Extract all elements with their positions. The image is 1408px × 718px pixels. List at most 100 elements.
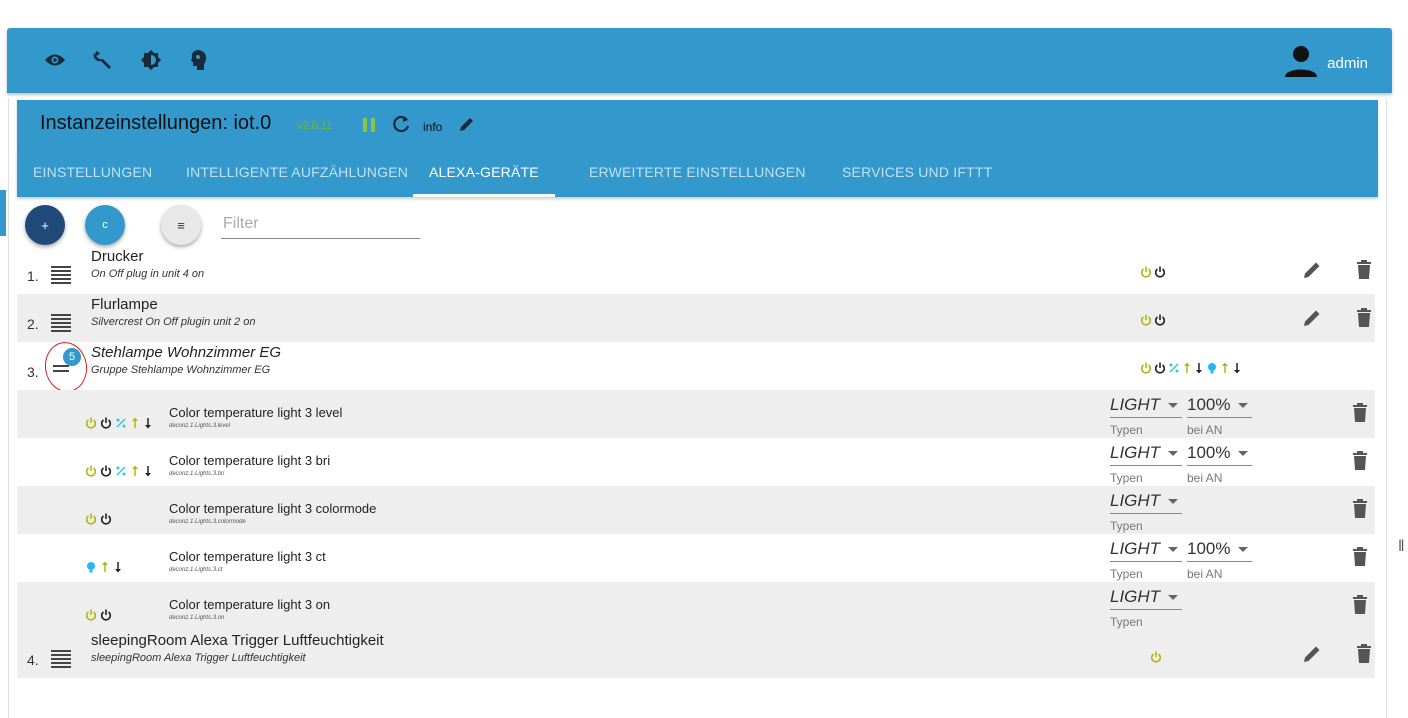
tab-einstellungen[interactable]: EINSTELLUNGEN bbox=[33, 150, 152, 197]
on-value-select[interactable]: 100% bbox=[1187, 539, 1252, 562]
bulb-icon bbox=[1206, 362, 1218, 374]
tab-alexa-geraete[interactable]: ALEXA-GERÄTE bbox=[413, 150, 555, 197]
drag-handle-icon[interactable] bbox=[51, 648, 71, 668]
eye-icon[interactable] bbox=[41, 46, 69, 74]
tab-intelligente-aufzaehlungen[interactable]: INTELLIGENTE AUFZÄHLUNGEN bbox=[186, 150, 408, 197]
delete-icon[interactable] bbox=[1353, 643, 1375, 665]
device-number: 1. bbox=[27, 268, 39, 284]
device-number: 4. bbox=[27, 652, 39, 668]
delete-icon[interactable] bbox=[1353, 307, 1375, 329]
sub-capabilities bbox=[85, 464, 153, 478]
device-number: 2. bbox=[27, 316, 39, 332]
child-count-badge: 5 bbox=[63, 348, 81, 366]
device-capabilities bbox=[1140, 313, 1166, 327]
page-title: Instanzeinstellungen: iot.0 bbox=[40, 112, 272, 134]
delete-icon[interactable] bbox=[1349, 594, 1371, 616]
drag-handle-icon[interactable] bbox=[51, 264, 71, 284]
edit-icon[interactable] bbox=[1301, 643, 1323, 665]
edit-icon[interactable] bbox=[1301, 259, 1323, 281]
tab-services-ifttt[interactable]: SERVICES UND IFTTT bbox=[842, 150, 992, 197]
tab-erweiterte-einstellungen[interactable]: ERWEITERTE EINSTELLUNGEN bbox=[589, 150, 806, 197]
arrow-up-icon bbox=[1182, 362, 1192, 374]
pause-icon[interactable] bbox=[362, 117, 376, 133]
power-off-icon bbox=[1154, 266, 1166, 278]
refresh-button[interactable]: c bbox=[85, 205, 125, 245]
head-icon[interactable] bbox=[185, 46, 213, 74]
device-row: 3. Stehlampe Wohnzimmer EG Gruppe Stehla… bbox=[17, 342, 1375, 390]
percent-icon bbox=[115, 465, 127, 477]
sub-device-row: Color temperature light 3 ct deconz.1.Li… bbox=[17, 534, 1375, 582]
power-on-icon bbox=[85, 465, 97, 477]
power-on-icon bbox=[85, 513, 97, 525]
device-description: On Off plug in unit 4 on bbox=[91, 268, 205, 280]
sub-device-name: Color temperature light 3 on bbox=[169, 597, 331, 612]
reload-icon[interactable] bbox=[391, 114, 411, 139]
device-capabilities bbox=[1150, 650, 1162, 664]
resize-handle[interactable]: ‖ bbox=[1398, 538, 1405, 556]
delete-icon[interactable] bbox=[1349, 402, 1371, 424]
power-on-icon bbox=[1150, 651, 1162, 663]
sub-device-name: Color temperature light 3 bri bbox=[169, 453, 331, 468]
power-off-icon bbox=[1154, 314, 1166, 326]
power-on-icon bbox=[1140, 314, 1152, 326]
delete-icon[interactable] bbox=[1349, 450, 1371, 472]
instance-titlebar: Instanzeinstellungen: iot.0 v2.0.11 info bbox=[17, 100, 1378, 150]
percent-icon bbox=[115, 417, 127, 429]
type-help: Typen bbox=[1110, 615, 1143, 629]
type-help: Typen bbox=[1110, 519, 1143, 533]
arrow-down-icon bbox=[113, 561, 123, 573]
type-select[interactable]: LIGHT bbox=[1110, 539, 1182, 562]
device-description: sleepingRoom Alexa Trigger Luftfeuchtigk… bbox=[91, 652, 306, 664]
type-select[interactable]: LIGHT bbox=[1110, 587, 1182, 610]
device-description: Silvercrest On Off plugin unit 2 on bbox=[91, 316, 256, 328]
account-icon bbox=[1283, 44, 1319, 83]
filter-input[interactable] bbox=[221, 210, 420, 239]
wrench-icon[interactable] bbox=[89, 46, 117, 74]
pencil-icon[interactable] bbox=[458, 115, 476, 138]
power-on-icon bbox=[85, 609, 97, 621]
power-off-icon bbox=[100, 465, 112, 477]
instance-panel: Instanzeinstellungen: iot.0 v2.0.11 info… bbox=[8, 98, 1387, 718]
device-name: Drucker bbox=[91, 248, 144, 265]
type-help: Typen bbox=[1110, 423, 1143, 437]
sub-device-name: Color temperature light 3 colormode bbox=[169, 501, 377, 516]
arrow-up-icon bbox=[130, 417, 140, 429]
sub-device-name: Color temperature light 3 ct bbox=[169, 549, 326, 564]
sub-device-id: deconz.1.Lights.3.on bbox=[169, 615, 225, 621]
type-select[interactable]: LIGHT bbox=[1110, 491, 1182, 514]
on-value-help: bei AN bbox=[1187, 471, 1223, 485]
on-value-select[interactable]: 100% bbox=[1187, 443, 1252, 466]
power-on-icon bbox=[1140, 266, 1152, 278]
sub-device-id: deconz.1.Lights.3.level bbox=[169, 423, 231, 429]
type-help: Typen bbox=[1110, 567, 1143, 581]
delete-icon[interactable] bbox=[1353, 259, 1375, 281]
device-row: 2. Flurlampe Silvercrest On Off plugin u… bbox=[17, 294, 1375, 342]
list-view-button[interactable]: ≡ bbox=[161, 205, 201, 245]
edit-icon[interactable] bbox=[1301, 307, 1323, 329]
power-off-icon bbox=[100, 417, 112, 429]
version-label: v2.0.11 bbox=[297, 120, 333, 132]
sub-device-row: Color temperature light 3 level deconz.1… bbox=[17, 390, 1375, 438]
drag-handle-icon[interactable] bbox=[51, 312, 71, 332]
device-number: 3. bbox=[27, 364, 39, 380]
delete-icon[interactable] bbox=[1349, 546, 1371, 568]
user-name: admin bbox=[1327, 55, 1368, 72]
delete-icon[interactable] bbox=[1349, 498, 1371, 520]
side-indicator bbox=[0, 190, 6, 236]
type-select[interactable]: LIGHT bbox=[1110, 443, 1182, 466]
type-select[interactable]: LIGHT bbox=[1110, 395, 1182, 418]
arrow-up-icon bbox=[130, 465, 140, 477]
tab-bar: EINSTELLUNGEN INTELLIGENTE AUFZÄHLUNGEN … bbox=[17, 150, 1378, 197]
sub-device-id: deconz.1.Lights.3.bri bbox=[169, 471, 225, 477]
on-value-select[interactable]: 100% bbox=[1187, 395, 1252, 418]
on-value-help: bei AN bbox=[1187, 423, 1223, 437]
user-menu[interactable]: admin bbox=[1283, 44, 1368, 83]
add-device-button[interactable]: + bbox=[25, 205, 65, 245]
info-label[interactable]: info bbox=[423, 120, 442, 134]
brightness-icon[interactable] bbox=[137, 46, 165, 74]
device-description: Gruppe Stehlampe Wohnzimmer EG bbox=[91, 364, 271, 376]
power-on-icon bbox=[1140, 362, 1152, 374]
arrow-down-icon bbox=[1232, 362, 1242, 374]
sub-device-id: deconz.1.Lights.3.colormode bbox=[169, 519, 246, 525]
on-value-help: bei AN bbox=[1187, 567, 1223, 581]
